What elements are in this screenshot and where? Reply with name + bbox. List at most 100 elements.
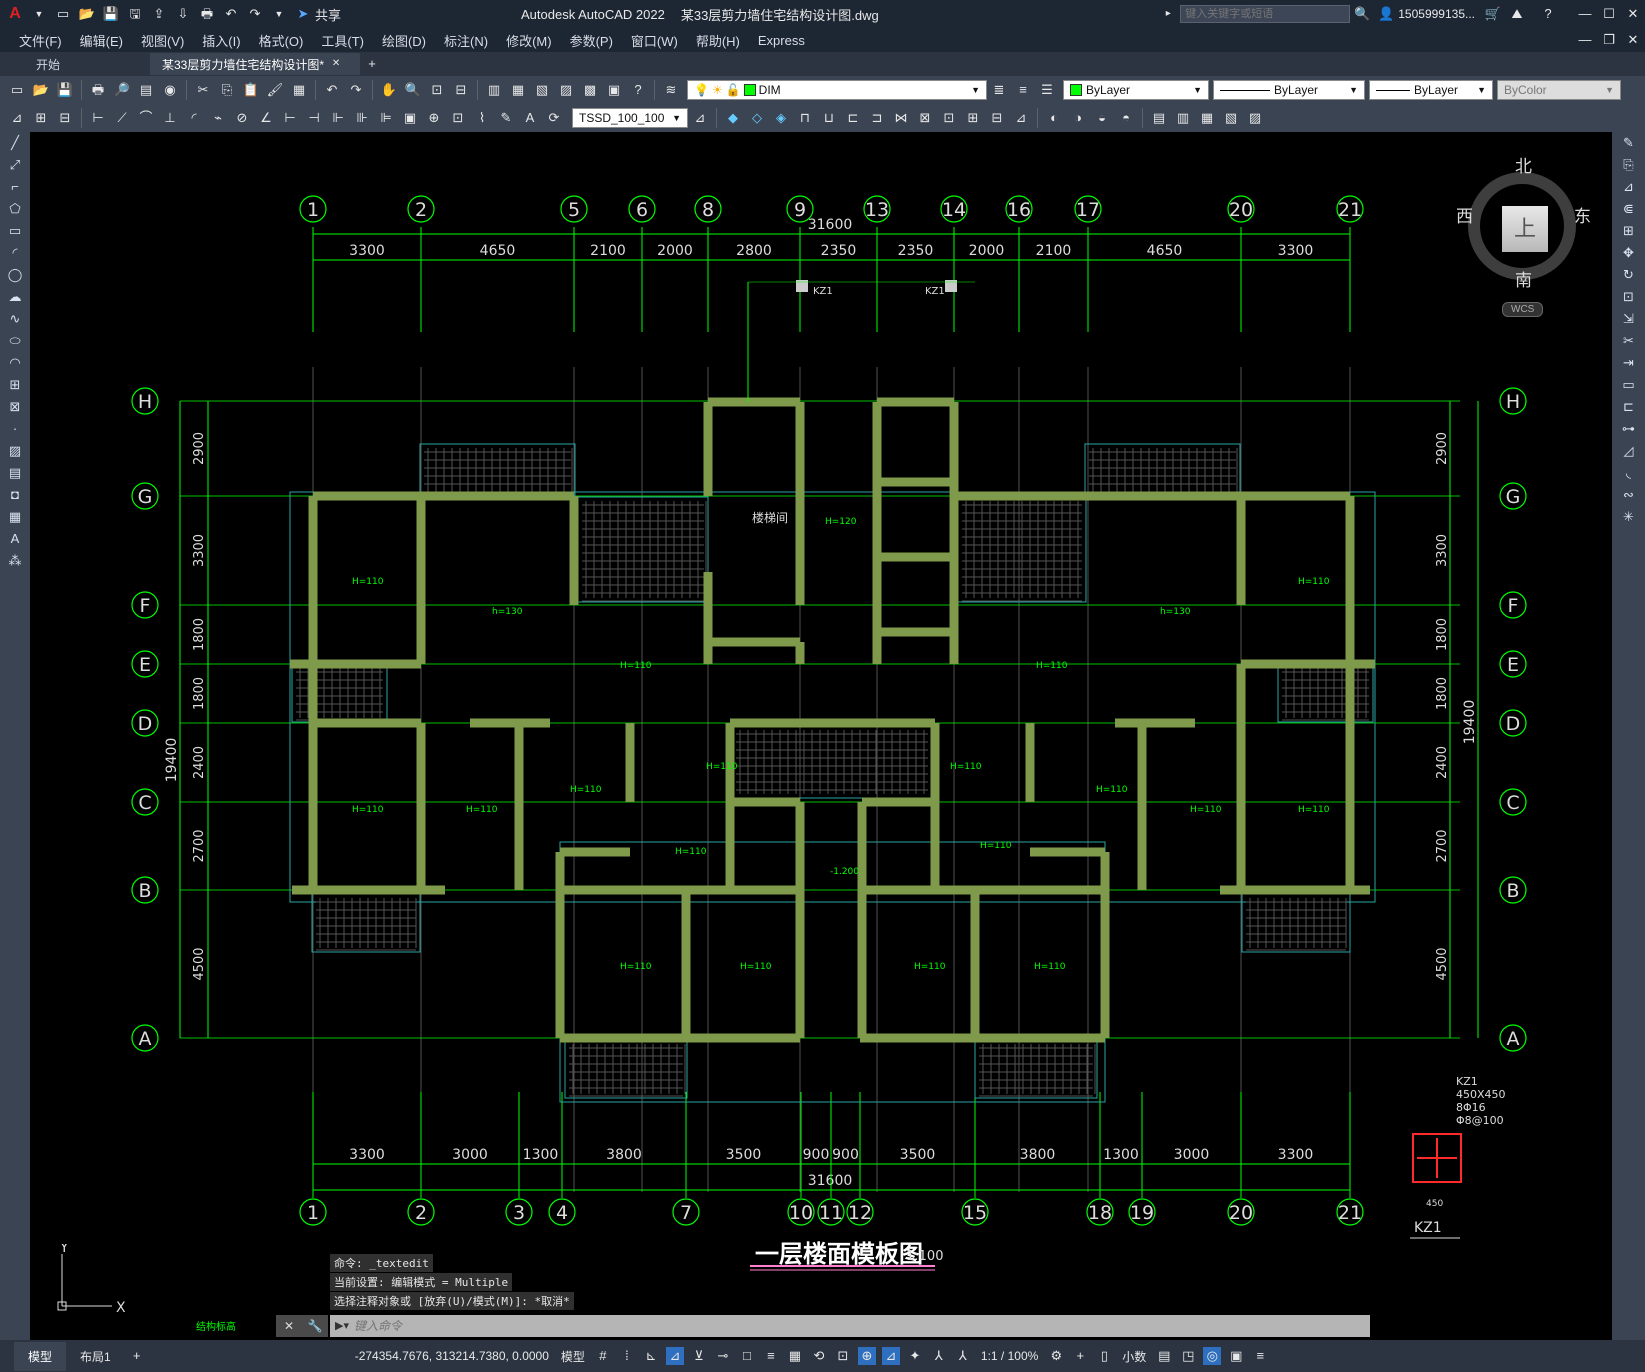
join-icon[interactable]: ⊶ [1612, 418, 1645, 440]
snap-icon[interactable]: ⁞ [618, 1347, 636, 1365]
explode-icon[interactable]: ✳ [1612, 506, 1645, 528]
clean-screen-icon[interactable]: ▣ [1227, 1347, 1245, 1365]
menu-dimension[interactable]: 标注(N) [435, 31, 497, 50]
tool-m-icon[interactable]: ⊡ [940, 109, 958, 127]
dim-radius-icon[interactable]: ◜ [185, 109, 203, 127]
blend-icon[interactable]: ∾ [1612, 484, 1645, 506]
dim-continue-icon[interactable]: ⊩ [329, 109, 347, 127]
units-value[interactable]: 小数 [1116, 1348, 1152, 1365]
layer-previous-icon[interactable]: ≡ [1014, 81, 1032, 99]
autocad-logo-icon[interactable]: A [6, 5, 24, 23]
add-layout-icon[interactable]: + [128, 1347, 146, 1365]
3d-dwf-icon[interactable]: ◉ [161, 81, 179, 99]
zoom-realtime-icon[interactable]: 🔍 [404, 81, 422, 99]
center-mark-icon[interactable]: ⊕ [425, 109, 443, 127]
quick-properties-icon[interactable]: ▤ [1155, 1347, 1173, 1365]
extend-icon[interactable]: ⇥ [1612, 352, 1645, 374]
cart-icon[interactable]: 🛒 [1484, 5, 1502, 23]
tab-close-icon[interactable]: ✕ [327, 55, 345, 73]
tool-q-icon[interactable]: ◐ [1045, 109, 1063, 127]
copy-icon[interactable]: ⎘ [218, 81, 236, 99]
save-icon[interactable]: 💾 [102, 5, 120, 23]
add-selected-icon[interactable]: ⁂ [0, 550, 30, 572]
ellipse-icon[interactable]: ⬭ [0, 330, 30, 352]
calc-icon[interactable]: ▣ [605, 81, 623, 99]
search-input[interactable] [1180, 5, 1351, 23]
model-space-canvas[interactable]: 31600 3300 4650 2100 2000 2800 2350 2350 2000 210… [30, 132, 1612, 1340]
new-file-icon[interactable]: ▭ [54, 5, 72, 23]
undo-icon[interactable]: ↶ [222, 5, 240, 23]
dim-angular-icon[interactable]: ∠ [257, 109, 275, 127]
menu-express[interactable]: Express [749, 33, 814, 48]
command-prompt-icon[interactable]: ▶▾ [333, 1317, 351, 1335]
offset-icon[interactable]: ⋐ [1612, 198, 1645, 220]
array-icon[interactable]: ⊞ [1612, 220, 1645, 242]
isodraft-icon[interactable]: ⊻ [690, 1347, 708, 1365]
dim-break-icon[interactable]: ⊫ [377, 109, 395, 127]
dim-linear-icon[interactable]: ⊢ [89, 109, 107, 127]
help-icon[interactable]: ? [629, 81, 647, 99]
chevron-down-icon[interactable]: ▼ [30, 5, 48, 23]
tool-k-icon[interactable]: ⋈ [892, 109, 910, 127]
block-editor-icon[interactable]: ▦ [290, 81, 308, 99]
hardware-accel-icon[interactable]: ◎ [1203, 1347, 1222, 1365]
compass-north[interactable]: 北 [1515, 152, 1532, 177]
dim-space-icon[interactable]: ⊪ [353, 109, 371, 127]
grid-icon[interactable]: # [594, 1347, 612, 1365]
make-block-icon[interactable]: ⊠ [0, 396, 30, 418]
dim-arc-icon[interactable]: ⌒ [137, 109, 155, 127]
selection-cycling-icon[interactable]: ⟲ [810, 1347, 828, 1365]
minimize-icon[interactable]: — [1576, 5, 1594, 23]
ellipse-arc-icon[interactable]: ◠ [0, 352, 30, 374]
tool-y-icon[interactable]: ▨ [1246, 109, 1264, 127]
plot-icon[interactable]: 🖶 [89, 81, 107, 99]
pan-icon[interactable]: ✋ [380, 81, 398, 99]
autodesk-account-icon[interactable]: ⛰ [1508, 5, 1526, 23]
menu-draw[interactable]: 绘图(D) [373, 31, 435, 50]
trim-icon[interactable]: ✂ [1612, 330, 1645, 352]
ortho-icon[interactable]: ⊾ [642, 1347, 660, 1365]
doc-minimize-icon[interactable]: — [1576, 31, 1594, 49]
compass-east[interactable]: 东 [1574, 202, 1591, 227]
dim-text-edit-icon[interactable]: A [521, 109, 539, 127]
tool-g-icon[interactable]: ⊓ [796, 109, 814, 127]
tab-layout1[interactable]: 布局1 [66, 1342, 125, 1371]
web-save-icon[interactable]: ⇩ [174, 5, 192, 23]
revcloud-icon[interactable]: ☁ [0, 286, 30, 308]
units-icon[interactable]: ▯ [1095, 1347, 1113, 1365]
menu-help[interactable]: 帮助(H) [687, 31, 749, 50]
match-properties-icon[interactable]: 🖌 [266, 81, 284, 99]
polygon-icon[interactable]: ⬠ [0, 198, 30, 220]
circle-icon[interactable]: ◯ [0, 264, 30, 286]
polyline-icon[interactable]: ⌐ [0, 176, 30, 198]
dimstyle-dropdown[interactable]: TSSD_100_100 ▼ [572, 108, 688, 128]
break-point-icon[interactable]: ▭ [1612, 374, 1645, 396]
dim-jogged-icon[interactable]: ⌁ [209, 109, 227, 127]
tool-s-icon[interactable]: ◒ [1093, 109, 1111, 127]
web-open-icon[interactable]: ⇪ [150, 5, 168, 23]
dim-edit-icon[interactable]: ✎ [497, 109, 515, 127]
zoom-previous-icon[interactable]: ⊟ [452, 81, 470, 99]
share-button[interactable]: 共享 [315, 5, 341, 24]
user-icon[interactable]: 👤 [1377, 5, 1395, 23]
tool-h-icon[interactable]: ⊔ [820, 109, 838, 127]
annotation-visibility-icon[interactable]: ⅄ [930, 1347, 948, 1365]
tool-p-icon[interactable]: ⊿ [1012, 109, 1030, 127]
layer-properties-icon[interactable]: ≋ [662, 81, 680, 99]
tab-model[interactable]: 模型 [14, 1341, 67, 1371]
design-center-icon[interactable]: ▦ [509, 81, 527, 99]
region-icon[interactable]: ◘ [0, 484, 30, 506]
menu-tools[interactable]: 工具(T) [312, 31, 373, 50]
tool-l-icon[interactable]: ⊠ [916, 109, 934, 127]
tool-x-icon[interactable]: ▧ [1222, 109, 1240, 127]
break-icon[interactable]: ⊏ [1612, 396, 1645, 418]
search-icon[interactable]: 🔍 [1353, 5, 1371, 23]
tab-start[interactable]: 开始 [0, 53, 150, 75]
markup-icon[interactable]: ▩ [581, 81, 599, 99]
quick-dim-icon[interactable]: ⊢ [281, 109, 299, 127]
sheet-set-icon[interactable]: ▨ [557, 81, 575, 99]
menu-edit[interactable]: 编辑(E) [71, 31, 132, 50]
customize-icon[interactable]: ▼ [270, 5, 288, 23]
maximize-icon[interactable]: ☐ [1600, 5, 1618, 23]
gradient-icon[interactable]: ▤ [0, 462, 30, 484]
